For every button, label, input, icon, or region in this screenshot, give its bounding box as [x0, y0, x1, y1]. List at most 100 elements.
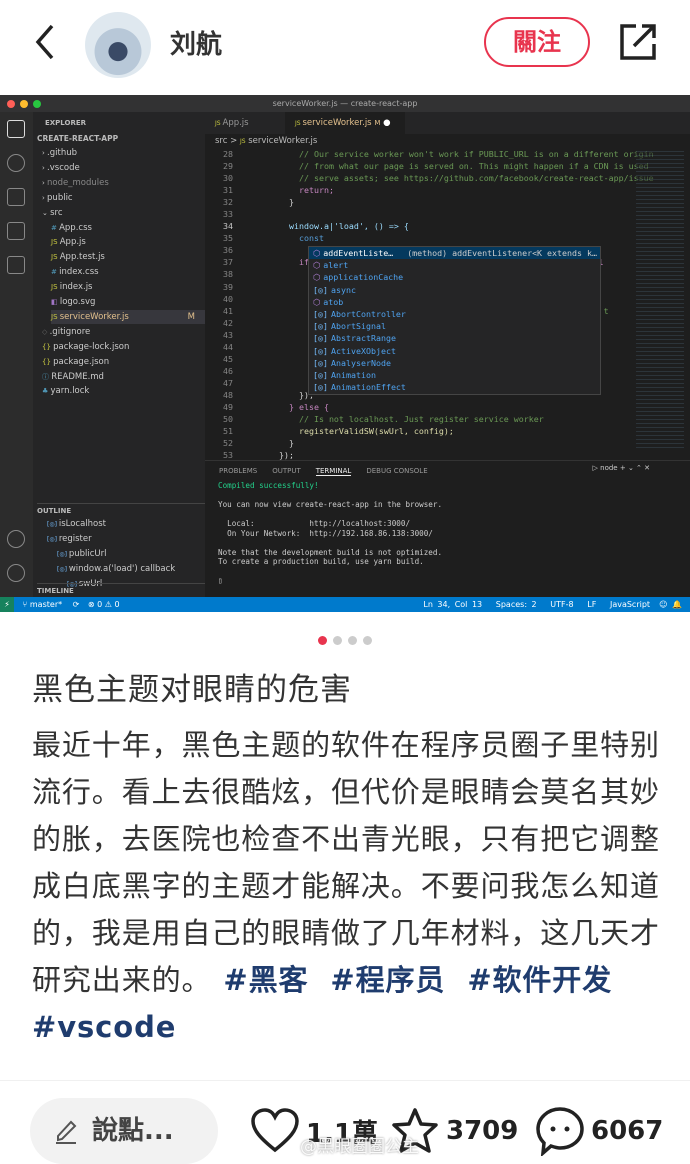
suggestion-item[interactable]: [◎] AbortSignal: [309, 320, 600, 332]
file-item[interactable]: JS App.js: [51, 235, 205, 249]
line-number: 45: [223, 353, 233, 364]
carousel-dot[interactable]: [333, 636, 342, 645]
file-item[interactable]: {} package.json: [42, 355, 205, 369]
code-text: // Is not localhost. Just register servi…: [269, 414, 544, 425]
suggestion-item[interactable]: [◎] Animation: [309, 369, 600, 381]
panel-tab[interactable]: PROBLEMS: [219, 467, 257, 475]
method-icon: ⬡: [313, 296, 321, 307]
timeline-header[interactable]: TIMELINE: [37, 583, 205, 597]
suggestion-label: Animation: [331, 369, 376, 380]
carousel-dot[interactable]: [363, 636, 372, 645]
sync-icon[interactable]: ⟳: [73, 600, 80, 609]
file-type-icon: ◧: [51, 298, 60, 306]
carousel-dot[interactable]: [318, 636, 327, 645]
comment-input[interactable]: 說點...: [30, 1098, 218, 1164]
file-item[interactable]: JS serviceWorker.js M: [51, 309, 205, 324]
back-icon[interactable]: [30, 22, 60, 62]
suggestion-label: AnalyserNode: [331, 357, 391, 368]
panel-tab[interactable]: DEBUG CONSOLE: [366, 467, 427, 475]
suggestion-detail: (method) addEventListener<K extends k…: [407, 248, 598, 258]
line-number: 34: [223, 221, 233, 232]
terminal-line: Compiled successfully!: [218, 481, 319, 490]
code-text: window.a|'load', () => {: [269, 221, 409, 232]
file-name: yarn.lock: [50, 386, 90, 397]
file-item[interactable]: # index.css: [51, 265, 205, 279]
panel-tab[interactable]: OUTPUT: [272, 467, 301, 475]
file-item[interactable]: ⓘ README.md: [42, 370, 205, 384]
line-number: 52: [223, 438, 233, 449]
file-item[interactable]: › .vscode: [42, 161, 205, 175]
file-item[interactable]: ◇ .gitignore: [42, 325, 205, 339]
file-item[interactable]: ♣ yarn.lock: [42, 384, 205, 398]
minimap[interactable]: [636, 148, 684, 448]
outline-item[interactable]: [◎] publicUrl: [57, 547, 205, 561]
problems-count[interactable]: ⊗ 0 ⚠ 0: [88, 600, 120, 609]
share-icon[interactable]: [618, 22, 658, 62]
editor: JS App.js JS serviceWorker.js M ● src > …: [205, 112, 690, 460]
outline-item[interactable]: [◎] register: [47, 532, 205, 546]
file-type-icon: #: [51, 223, 60, 232]
suggestion-item[interactable]: ⬡ addEventListe… (method) addEventListener…: [309, 247, 600, 260]
outline-item[interactable]: [◎] window.a('load') callback: [57, 562, 205, 576]
suggestion-item[interactable]: [◎] AnimationEffect: [309, 381, 600, 393]
vscode-screenshot: serviceWorker.js — create-react-app EXPL…: [0, 95, 690, 612]
outline-header[interactable]: OUTLINE: [37, 503, 205, 517]
editor-tabs: JS App.js JS serviceWorker.js M ●: [205, 112, 690, 134]
hashtag[interactable]: #程序员: [330, 963, 445, 997]
line-number: 35: [223, 233, 233, 244]
suggestion-item[interactable]: [◎] ActiveXObject: [309, 345, 600, 357]
file-item[interactable]: › public: [42, 191, 205, 205]
file-name: package.json: [53, 356, 110, 367]
file-type-icon: {}: [42, 357, 54, 366]
suggestion-label: addEventListe…: [323, 248, 394, 258]
file-item[interactable]: › .github: [42, 146, 205, 160]
branch[interactable]: ⑂ master*: [23, 600, 63, 609]
file-type-icon: JS: [51, 253, 60, 262]
outline-item[interactable]: [◎] isLocalhost: [47, 517, 205, 531]
line-number: 42: [223, 317, 233, 328]
suggestion-item[interactable]: ⬡ applicationCache: [309, 271, 600, 283]
suggestion-item[interactable]: ⬡ alert: [309, 259, 600, 271]
search-icon: [7, 154, 25, 172]
suggestion-item[interactable]: [◎] async: [309, 284, 600, 296]
file-item[interactable]: ⌄ src: [42, 206, 205, 220]
variable-icon: [◎]: [313, 321, 328, 332]
suggestion-item[interactable]: [◎] AbortController: [309, 308, 600, 320]
code-line: 50 // Is not localhost. Just register se…: [205, 413, 635, 425]
file-type-icon: ◇: [42, 327, 50, 336]
outline-name: publicUrl: [68, 549, 107, 559]
terminal-output[interactable]: Compiled successfully! You can now view c…: [205, 481, 690, 586]
remote-icon[interactable]: ⚡: [0, 597, 14, 612]
hashtag[interactable]: #软件开发: [467, 963, 612, 997]
follow-button[interactable]: 關注: [484, 17, 590, 67]
file-name: .gitignore: [49, 326, 91, 337]
hashtag[interactable]: #黑客: [223, 963, 308, 997]
carousel-indicator: [0, 630, 690, 649]
file-item[interactable]: ◧ logo.svg: [51, 295, 205, 309]
terminal-selector[interactable]: ▷ node + ⌄ ⌃ ✕: [593, 464, 650, 472]
variable-icon: [◎]: [313, 333, 328, 344]
panel-tab[interactable]: TERMINAL: [315, 467, 352, 476]
code-text: });: [269, 450, 294, 461]
post-text: 最近十年，黑色主题的软件在程序员圈子里特别流行。看上去很酷炫，但代价是眼睛会莫名…: [32, 728, 660, 997]
tab-app-js[interactable]: JS App.js: [205, 112, 285, 134]
file-item[interactable]: {} package-lock.json: [42, 340, 205, 354]
file-item[interactable]: JS index.js: [51, 280, 205, 294]
heart-icon: [251, 1108, 299, 1153]
suggestion-item[interactable]: [◎] AnalyserNode: [309, 357, 600, 369]
file-name: index.js: [59, 282, 93, 293]
avatar[interactable]: [85, 12, 151, 78]
suggestion-item[interactable]: [◎] AbstractRange: [309, 332, 600, 344]
comment-button[interactable]: 6067: [535, 1103, 663, 1159]
hashtag[interactable]: #vscode: [32, 1010, 176, 1044]
file-item[interactable]: › node_modules: [42, 176, 205, 190]
username[interactable]: 刘航: [170, 24, 222, 61]
minimize-dot: [20, 100, 28, 108]
file-item[interactable]: JS App.test.js: [51, 250, 205, 264]
file-name: serviceWorker.js: [59, 311, 129, 322]
file-item[interactable]: # App.css: [51, 221, 205, 235]
carousel-dot[interactable]: [348, 636, 357, 645]
suggestion-item[interactable]: ⬡ atob: [309, 296, 600, 308]
tab-service-worker[interactable]: JS serviceWorker.js M ●: [285, 112, 405, 134]
